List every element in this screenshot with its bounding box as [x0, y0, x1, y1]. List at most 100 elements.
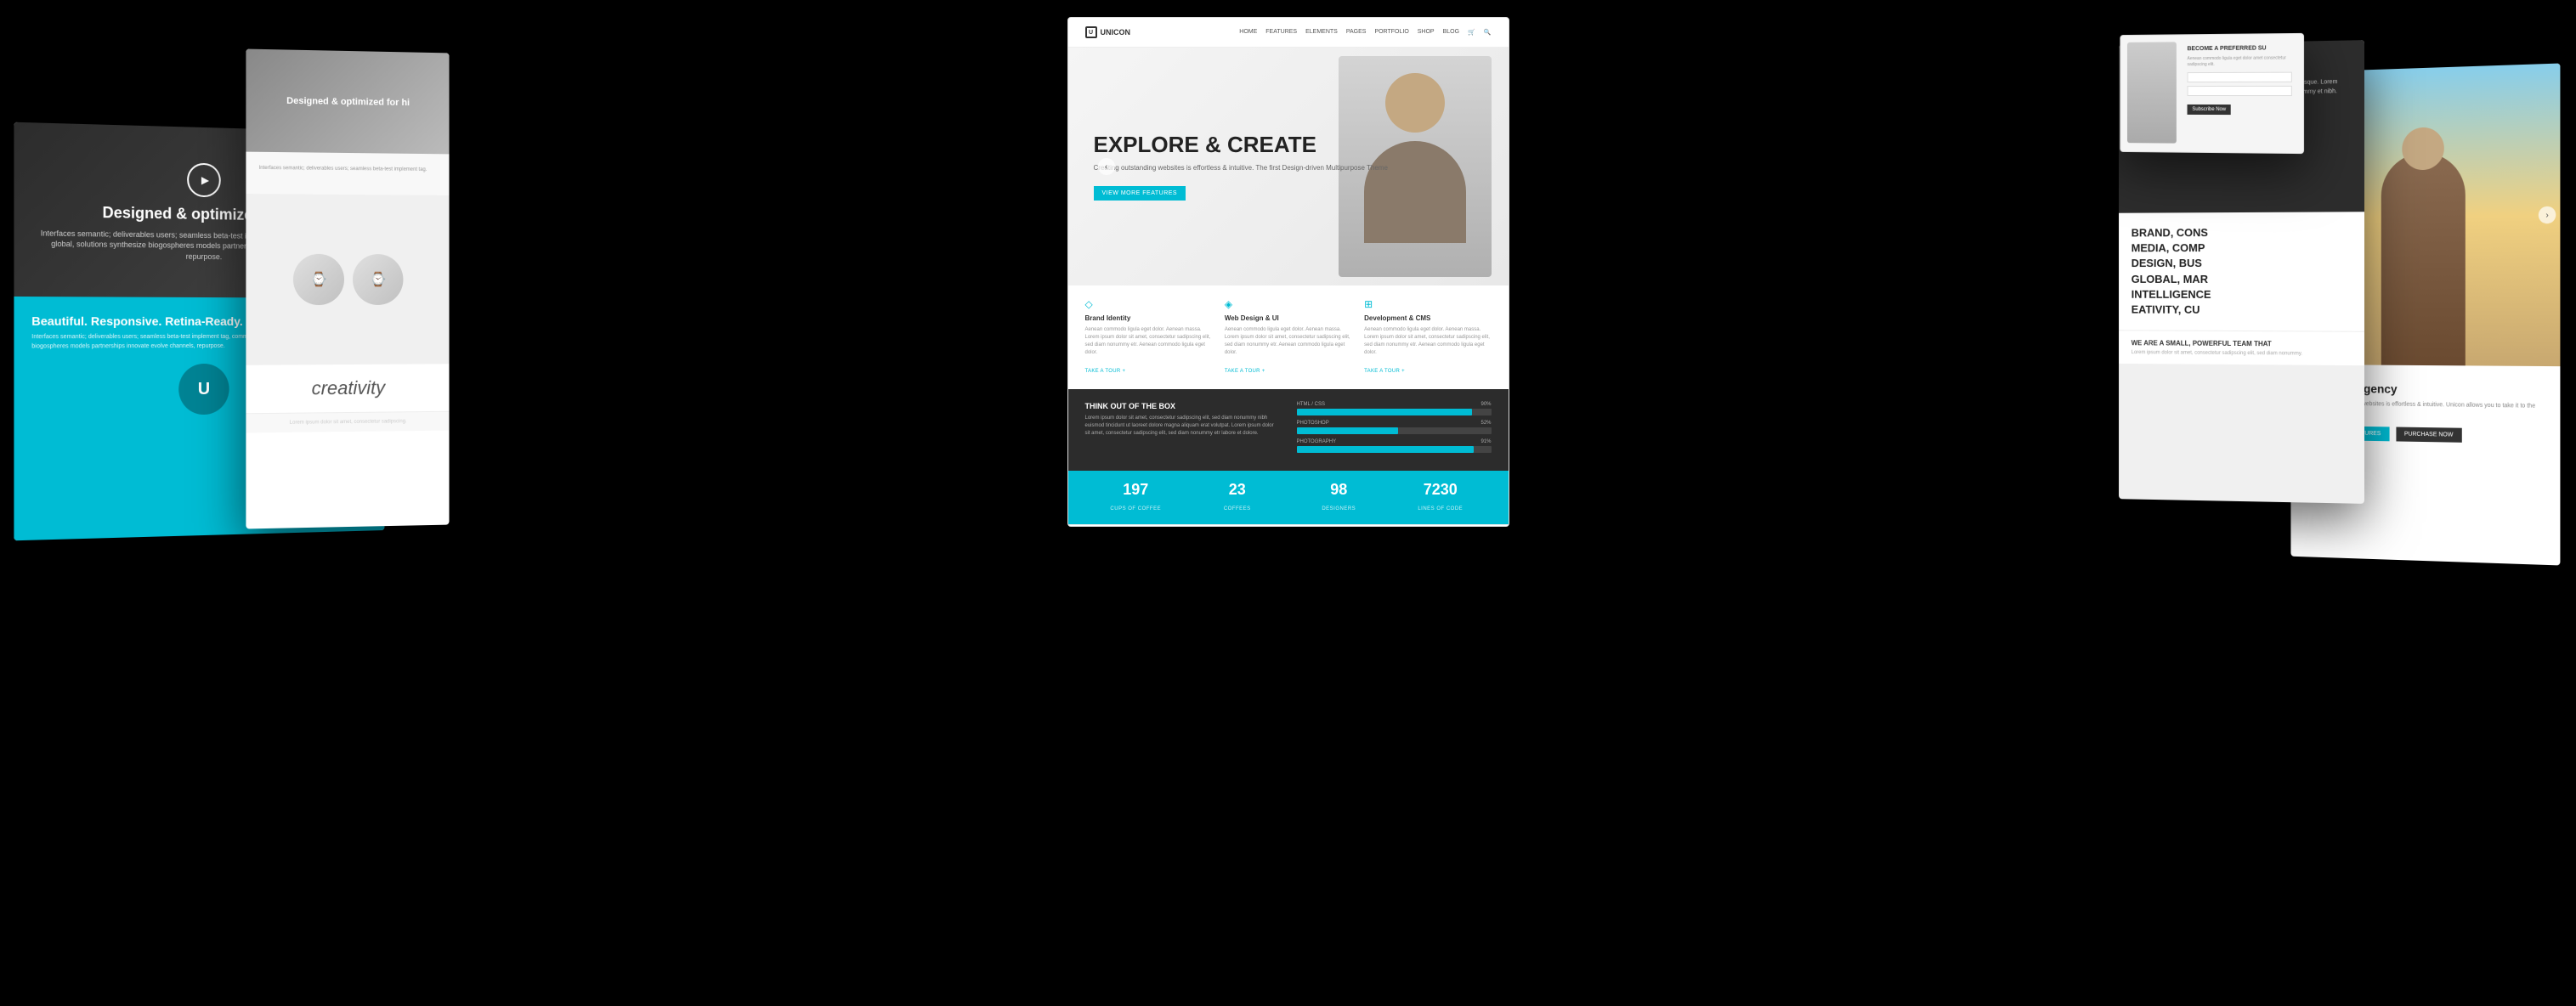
- stat-num-4: 7230: [1390, 481, 1492, 499]
- big-text-line4: GLOBAL, MAR: [2132, 272, 2352, 287]
- features-section: ◇ Brand Identity Aenean commodo ligula e…: [1068, 285, 1509, 389]
- skill-bar-photo: PHOTOGRAPHY 91%: [1297, 439, 1492, 453]
- main-nav: U UNICON HOME FEATURES ELEMENTS PAGES PO…: [1068, 18, 1509, 48]
- sub-person-image: [2127, 42, 2177, 143]
- skill-fill-photo: [1297, 446, 1474, 453]
- feature-col-title-3: Development & CMS: [1364, 314, 1491, 322]
- sub-email-input[interactable]: [2188, 86, 2292, 96]
- skill-track-photo: [1297, 446, 1492, 453]
- big-text: BRAND, CONS MEDIA, COMP DESIGN, BUS GLOB…: [2132, 224, 2352, 318]
- screen-second-left: Designed & optimized for hi Interfaces s…: [246, 49, 449, 529]
- feature-col-3: ⊞ Development & CMS Aenean commodo ligul…: [1364, 298, 1491, 376]
- stat-1: 197 CUPS OF COFFEE: [1085, 481, 1187, 514]
- skill-track-html: [1297, 409, 1492, 415]
- big-text-section: BRAND, CONS MEDIA, COMP DESIGN, BUS GLOB…: [2119, 212, 2364, 331]
- big-text-line2: MEDIA, COMP: [2132, 240, 2352, 257]
- sub-form-heading: BECOME A PREFERRED SU: [2188, 45, 2292, 52]
- sub-form-desc: Aenean commodo ligula eget dolor amet co…: [2188, 55, 2292, 68]
- person-head: [1385, 73, 1445, 133]
- hero-desc: Creating outstanding websites is effortl…: [1094, 163, 1483, 173]
- skill-val-photo: 91%: [1480, 439, 1491, 444]
- stat-2: 23 COFFEES: [1186, 481, 1288, 514]
- feature-link-2[interactable]: TAKE A TOUR +: [1225, 369, 1265, 374]
- nav-blog[interactable]: BLOG: [1443, 29, 1459, 36]
- right1-bottom: WE ARE A SMALL, POWERFUL TEAM THAT Lorem…: [2119, 330, 2364, 365]
- nav-cart-icon[interactable]: 🛒: [1468, 29, 1475, 36]
- right1-bottom-heading: WE ARE A SMALL, POWERFUL TEAM THAT: [2132, 339, 2352, 348]
- feature-link-1[interactable]: TAKE A TOUR +: [1085, 369, 1126, 374]
- skills-left: THINK OUT OF THE BOX Lorem ipsum dolor s…: [1085, 402, 1280, 458]
- skill-val-html: 90%: [1480, 402, 1491, 407]
- stat-label-3: DESIGNERS: [1322, 506, 1356, 511]
- sub-form: BECOME A PREFERRED SU Aenean commodo lig…: [2183, 41, 2296, 146]
- sub-name-input[interactable]: [2188, 72, 2292, 82]
- skill-track-ps: [1297, 427, 1492, 434]
- feature-icon-2: ◈: [1225, 298, 1351, 310]
- screen-top-right: BECOME A PREFERRED SU Aenean commodo lig…: [2120, 33, 2304, 154]
- feature-icon-1: ◇: [1085, 298, 1212, 310]
- agency-purchase-btn[interactable]: PURCHASE NOW: [2396, 427, 2461, 443]
- skills-desc: Lorem ipsum dolor sit amet, consectetur …: [1085, 415, 1280, 438]
- hero-title: EXPLORE & CREATE: [1094, 133, 1483, 157]
- skill-val-ps: 52%: [1480, 421, 1491, 426]
- stat-label-2: COFFEES: [1224, 506, 1251, 511]
- right1-bottom-desc: Lorem ipsum dolor sit amet, consectetur …: [2132, 350, 2352, 357]
- feature-link-3[interactable]: TAKE A TOUR +: [1364, 369, 1405, 374]
- unicon-logo: U: [178, 364, 229, 415]
- feature-col-desc-3: Aenean commodo ligula eget dolor. Aenean…: [1364, 326, 1491, 357]
- watches-area: ⌚ ⌚: [246, 194, 449, 365]
- nav-elements[interactable]: ELEMENTS: [1305, 29, 1338, 36]
- creativity-text: creativity: [246, 364, 449, 413]
- skill-fill-ps: [1297, 427, 1398, 434]
- skill-fill-html: [1297, 409, 1472, 415]
- hero-text: EXPLORE & CREATE Creating outstanding we…: [1094, 133, 1483, 201]
- stat-label-1: CUPS OF COFFEE: [1110, 506, 1161, 511]
- logo-icon: U: [1085, 26, 1097, 38]
- logo: U UNICON: [1085, 26, 1131, 38]
- big-text-line3: DESIGN, BUS: [2132, 256, 2352, 271]
- scene: Designed & optimized for hi Interfaces s…: [0, 0, 2576, 1006]
- screen-center: U UNICON HOME FEATURES ELEMENTS PAGES PO…: [1067, 17, 1509, 527]
- hero-section: ‹ › EXPLORE & CREATE Creating outstandin…: [1068, 48, 1509, 285]
- skill-bar-html: HTML / CSS 90%: [1297, 402, 1492, 415]
- preferred-sub: BECOME A PREFERRED SU Aenean commodo lig…: [2120, 34, 2303, 153]
- skill-label-ps: PHOTOSHOP: [1297, 421, 1329, 426]
- watch-2: ⌚: [353, 254, 403, 305]
- beach-person: [2381, 152, 2466, 365]
- feature-col-2: ◈ Web Design & UI Aenean commodo ligula …: [1225, 298, 1351, 376]
- big-text-line1: BRAND, CONS: [2132, 224, 2352, 240]
- screen-second-left-content: Interfaces semantic; deliverables users;…: [246, 152, 449, 195]
- feature-icon-3: ⊞: [1364, 298, 1491, 310]
- bottom-placeholder: Lorem ipsum dolor sit amet, consectetur …: [259, 419, 437, 426]
- skill-bar-ps: PHOTOSHOP 52%: [1297, 421, 1492, 434]
- nav-features[interactable]: FEATURES: [1265, 29, 1297, 36]
- nav-portfolio[interactable]: PORTFOLIO: [1374, 29, 1408, 36]
- nav-shop[interactable]: SHOP: [1418, 29, 1435, 36]
- screen-second-left-top: Designed & optimized for hi: [246, 49, 449, 155]
- hero-prev-arrow[interactable]: ‹: [1098, 158, 1115, 175]
- nav-home[interactable]: HOME: [1239, 29, 1257, 36]
- watch-1: ⌚: [293, 254, 344, 305]
- screen-second-left-title: Designed & optimized for hi: [278, 88, 418, 117]
- stat-4: 7230 LINES OF CODE: [1390, 481, 1492, 514]
- nav-search-icon[interactable]: 🔍: [1484, 29, 1492, 36]
- sub-submit-button[interactable]: Subscribe Now: [2188, 105, 2232, 115]
- stat-num-2: 23: [1186, 481, 1288, 499]
- skill-label-html: HTML / CSS: [1297, 402, 1325, 407]
- far-next-arrow[interactable]: ›: [2539, 206, 2556, 224]
- skills-heading: THINK OUT OF THE BOX: [1085, 402, 1280, 410]
- big-text-line6: EATIVITY, CU: [2132, 302, 2352, 319]
- skill-label-photo: PHOTOGRAPHY: [1297, 439, 1337, 444]
- stat-3: 98 DESIGNERS: [1288, 481, 1390, 514]
- big-text-line5: INTELLIGENCE: [2132, 287, 2352, 303]
- play-button[interactable]: [187, 162, 221, 197]
- nav-pages[interactable]: PAGES: [1346, 29, 1367, 36]
- stats-section: 197 CUPS OF COFFEE 23 COFFEES 98 DESIGNE…: [1068, 471, 1509, 524]
- logo-text: UNICON: [1101, 28, 1131, 37]
- stat-num-1: 197: [1085, 481, 1187, 499]
- feature-col-title-1: Brand Identity: [1085, 314, 1212, 322]
- screen-second-left-desc: Interfaces semantic; deliverables users;…: [259, 165, 437, 174]
- nav-items: HOME FEATURES ELEMENTS PAGES PORTFOLIO S…: [1239, 29, 1491, 36]
- feature-col-1: ◇ Brand Identity Aenean commodo ligula e…: [1085, 298, 1212, 376]
- hero-cta-button[interactable]: VIEW MORE FEATURES: [1094, 186, 1186, 201]
